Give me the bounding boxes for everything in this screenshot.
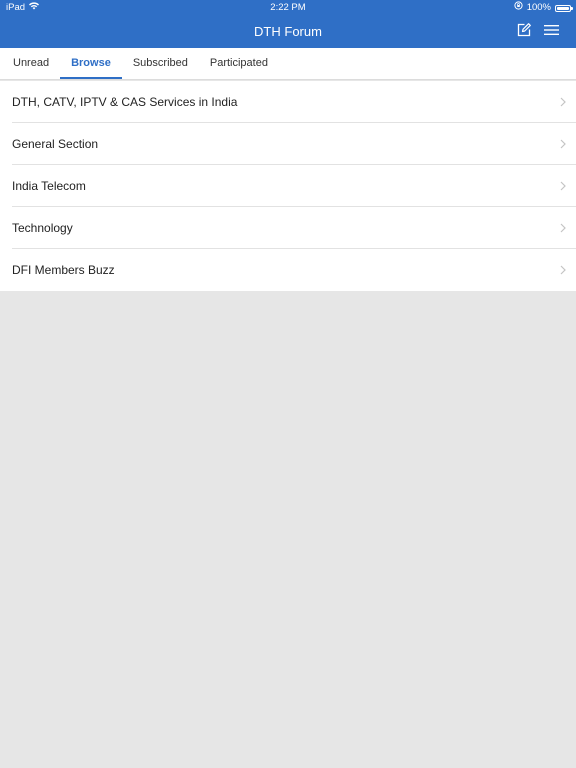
forum-list: DTH, CATV, IPTV & CAS Services in India …: [0, 81, 576, 291]
navigation-bar: iPad 2:22 PM 100% DTH Forum: [0, 0, 576, 48]
forum-item-dth-catv-iptv-cas[interactable]: DTH, CATV, IPTV & CAS Services in India: [0, 81, 576, 123]
tab-subscribed[interactable]: Subscribed: [122, 48, 199, 79]
forum-item-dfi-members-buzz[interactable]: DFI Members Buzz: [0, 249, 576, 291]
status-time: 2:22 PM: [270, 2, 306, 13]
status-bar: iPad 2:22 PM 100%: [0, 0, 576, 16]
forum-item-label: General Section: [12, 137, 99, 151]
chevron-right-icon: [560, 139, 566, 149]
compose-button[interactable]: [514, 22, 534, 42]
chevron-right-icon: [560, 265, 566, 275]
chevron-right-icon: [560, 223, 566, 233]
forum-item-label: DTH, CATV, IPTV & CAS Services in India: [12, 95, 238, 109]
tab-unread[interactable]: Unread: [2, 48, 60, 79]
forum-item-label: India Telecom: [12, 179, 86, 193]
hamburger-menu-icon: [543, 23, 559, 41]
forum-item-label: Technology: [12, 221, 73, 235]
battery-fill: [557, 6, 569, 10]
forum-item-label: DFI Members Buzz: [12, 263, 115, 277]
battery-icon: [555, 4, 573, 12]
page-title: DTH Forum: [254, 24, 322, 39]
battery-percent: 100%: [526, 2, 551, 13]
chevron-right-icon: [560, 181, 566, 191]
forum-item-general-section[interactable]: General Section: [0, 123, 576, 165]
tab-browse[interactable]: Browse: [60, 48, 122, 79]
status-right: 100%: [514, 0, 573, 16]
menu-button[interactable]: [541, 24, 561, 40]
orientation-lock-icon: [514, 0, 523, 16]
compose-icon: [517, 22, 531, 42]
forum-item-technology[interactable]: Technology: [0, 207, 576, 249]
tab-participated[interactable]: Participated: [199, 48, 279, 79]
chevron-right-icon: [560, 97, 566, 107]
forum-item-india-telecom[interactable]: India Telecom: [0, 165, 576, 207]
tab-bar: Unread Browse Subscribed Participated: [0, 48, 576, 80]
